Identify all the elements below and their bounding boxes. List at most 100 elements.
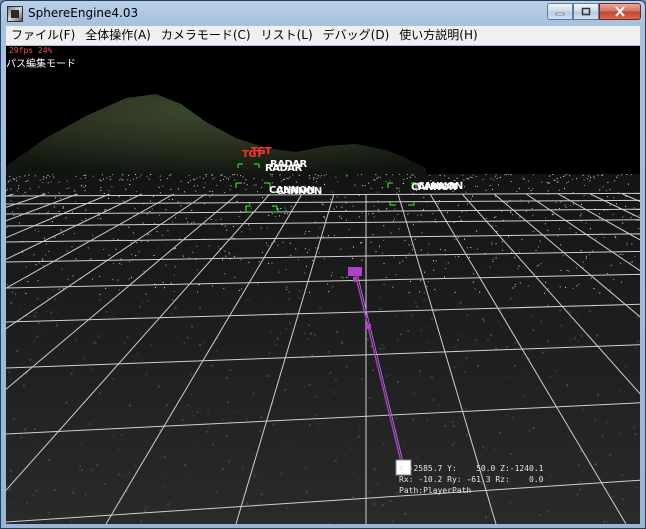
ground-speck <box>603 521 606 524</box>
ground-speck <box>184 464 186 467</box>
ground-speck <box>532 329 535 332</box>
ground-speck <box>358 435 361 438</box>
maximize-button[interactable] <box>573 3 599 20</box>
menu-help[interactable]: 使い方説明(H) <box>394 26 482 45</box>
ground-speck <box>253 184 255 186</box>
ground-speck <box>556 178 558 180</box>
ground-speck <box>282 485 285 488</box>
ground-speck <box>370 187 372 189</box>
ground-speck <box>314 414 317 417</box>
ground-speck <box>560 177 561 179</box>
ground-speck <box>346 219 347 221</box>
ground-speck <box>129 260 130 262</box>
ground-speck <box>225 377 228 380</box>
ground-speck <box>404 513 407 515</box>
menu-debug[interactable]: デバッグ(D) <box>318 26 395 45</box>
ground-speck <box>93 408 96 411</box>
ground-speck <box>464 186 465 188</box>
ground-speck <box>421 232 423 234</box>
ground-speck <box>415 305 418 308</box>
path-node-mid[interactable] <box>365 324 371 329</box>
ground-speck <box>266 378 269 381</box>
ground-speck <box>569 227 571 229</box>
app-icon[interactable] <box>7 6 23 22</box>
ground-speck <box>249 433 252 435</box>
ground-speck <box>117 239 119 240</box>
ground-speck <box>454 239 456 240</box>
path-node-sub[interactable] <box>353 277 357 282</box>
ground-speck <box>564 204 566 206</box>
ground-speck <box>323 175 325 177</box>
ground-speck <box>233 515 236 518</box>
menu-global-ops[interactable]: 全体操作(A) <box>80 26 156 45</box>
ground-speck <box>528 430 531 432</box>
ground-speck <box>206 430 209 433</box>
ground-speck <box>366 338 369 341</box>
ground-speck <box>522 177 524 179</box>
ground-speck <box>327 373 330 376</box>
menu-file[interactable]: ファイル(F) <box>6 26 80 45</box>
ground-speck <box>230 185 232 187</box>
ground-speck <box>578 464 581 467</box>
ground-speck <box>308 423 311 426</box>
ground-speck <box>429 174 431 176</box>
ground-speck <box>158 385 160 388</box>
ground-speck <box>373 179 375 181</box>
ground-speck <box>395 417 398 420</box>
ground-speck <box>434 289 436 291</box>
ground-speck <box>615 237 617 239</box>
ground-speck <box>613 197 615 199</box>
ground-speck <box>271 213 273 215</box>
ground-speck <box>229 189 231 191</box>
3d-viewport[interactable]: 29fps 24% パス編集モード TGT TGT RADAR RADAR CA… <box>6 46 640 524</box>
ground-speck <box>113 435 115 438</box>
ground-speck <box>223 288 225 290</box>
ground-speck <box>477 365 479 368</box>
ground-speck <box>622 222 624 224</box>
ground-speck <box>11 211 13 213</box>
ground-speck <box>572 287 574 289</box>
ground-speck <box>229 176 231 178</box>
ground-speck <box>373 503 376 506</box>
ground-speck <box>531 208 533 210</box>
ground-speck <box>261 493 264 496</box>
ground-speck <box>81 184 83 186</box>
ground-speck <box>172 221 174 223</box>
ground-speck <box>91 258 93 259</box>
ground-speck <box>447 212 448 214</box>
menu-camera-mode[interactable]: カメラモード(C) <box>156 26 256 45</box>
ground-speck <box>181 348 184 351</box>
title-bar[interactable]: SphereEngine4.03 <box>1 1 645 26</box>
ground-speck <box>241 288 242 290</box>
ground-speck <box>286 177 288 179</box>
ground-speck <box>403 179 405 181</box>
cannon-label-b: CANNON <box>276 186 322 197</box>
ground-speck <box>444 276 445 278</box>
ground-speck <box>630 174 632 176</box>
ground-speck <box>58 210 60 212</box>
ground-speck <box>599 189 601 191</box>
ground-speck <box>193 511 196 514</box>
ground-speck <box>43 265 44 267</box>
ground-speck <box>397 214 399 215</box>
ground-speck <box>118 473 121 476</box>
minimize-button[interactable] <box>547 3 573 20</box>
ground-speck <box>226 229 228 231</box>
ground-speck <box>103 248 105 250</box>
ground-speck <box>100 189 102 191</box>
ground-speck <box>605 190 607 192</box>
close-button[interactable] <box>599 3 641 20</box>
ground-speck <box>282 241 284 243</box>
path-node-start[interactable] <box>348 267 362 276</box>
menu-list[interactable]: リスト(L) <box>256 26 318 45</box>
ground-speck <box>560 269 562 271</box>
ground-speck <box>45 243 47 245</box>
ground-speck <box>582 174 584 176</box>
ground-speck <box>332 479 335 482</box>
ground-speck <box>379 307 382 310</box>
ground-speck <box>117 279 119 281</box>
ground-speck <box>35 489 38 492</box>
ground-speck <box>576 285 578 287</box>
ground-speck <box>544 223 546 225</box>
ground-speck <box>295 181 297 183</box>
